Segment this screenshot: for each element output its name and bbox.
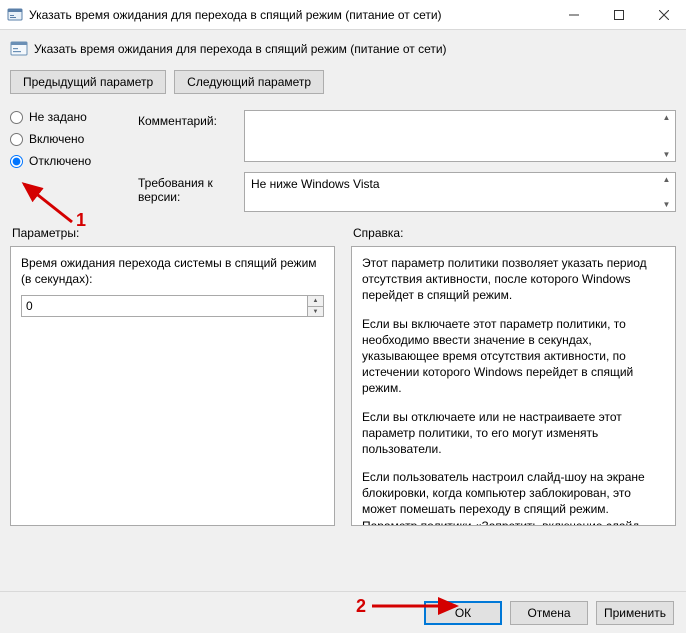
radio-disabled[interactable]: Отключено [10,154,128,168]
help-label: Справка: [351,226,676,240]
spin-up-button[interactable]: ▲ [308,296,323,307]
requirements-row: Требования к версии: Не ниже Windows Vis… [138,172,676,212]
cancel-button[interactable]: Отмена [510,601,588,625]
options-label: Параметры: [10,226,335,240]
radio-disabled-input[interactable] [10,155,23,168]
seconds-spinner[interactable]: ▲ ▼ [21,295,324,317]
apply-button[interactable]: Применить [596,601,674,625]
requirements-value: Не ниже Windows Vista [251,177,380,191]
nav-buttons: Предыдущий параметр Следующий параметр [10,70,676,94]
radio-not-configured-label: Не задано [29,110,87,124]
help-pane: Справка: Этот параметр политики позволяе… [351,226,676,526]
radio-not-configured-input[interactable] [10,111,23,124]
header-row: Указать время ожидания для перехода в сп… [10,40,676,58]
content-area: Указать время ожидания для перехода в сп… [0,30,686,591]
state-radios: Не задано Включено Отключено [10,110,128,212]
comment-input[interactable]: ▲ ▼ [244,110,676,162]
chevron-up-icon: ▲ [663,113,671,122]
spin-down-button[interactable]: ▼ [308,307,323,317]
radio-not-configured[interactable]: Не задано [10,110,128,124]
prev-setting-button[interactable]: Предыдущий параметр [10,70,166,94]
policy-icon [10,40,28,58]
radio-enabled-input[interactable] [10,133,23,146]
window-titlebar: Указать время ожидания для перехода в сп… [0,0,686,30]
window-title: Указать время ожидания для перехода в сп… [29,8,551,22]
radio-enabled[interactable]: Включено [10,132,128,146]
ok-button[interactable]: ОК [424,601,502,625]
chevron-up-icon: ▲ [663,175,671,184]
radio-enabled-label: Включено [29,132,84,146]
help-paragraph: Если вы отключаете или не настраиваете э… [362,409,653,458]
help-paragraph: Если пользователь настроил слайд-шоу на … [362,469,653,526]
comment-row: Комментарий: ▲ ▼ [138,110,676,162]
options-pane: Параметры: Время ожидания перехода систе… [10,226,335,526]
close-button[interactable] [641,0,686,30]
seconds-input[interactable] [21,295,307,317]
chevron-down-icon: ▼ [663,150,671,159]
app-icon [7,7,23,23]
page-title: Указать время ожидания для перехода в сп… [34,42,447,56]
help-paragraph: Если вы включаете этот параметр политики… [362,316,653,397]
maximize-button[interactable] [596,0,641,30]
comment-scrollbar: ▲ ▼ [658,111,675,161]
spinner-buttons: ▲ ▼ [307,295,324,317]
requirements-scrollbar: ▲ ▼ [658,173,675,211]
help-box: Этот параметр политики позволяет указать… [351,246,676,526]
requirements-label: Требования к версии: [138,172,238,204]
lower-section: Параметры: Время ожидания перехода систе… [10,226,676,526]
upper-section: Не задано Включено Отключено Комментарий… [10,110,676,212]
comment-label: Комментарий: [138,110,238,128]
minimize-button[interactable] [551,0,596,30]
chevron-down-icon: ▼ [663,200,671,209]
fields-column: Комментарий: ▲ ▼ Требования к версии: Не… [138,110,676,212]
requirements-box: Не ниже Windows Vista ▲ ▼ [244,172,676,212]
help-paragraph: Этот параметр политики позволяет указать… [362,255,653,304]
dialog-footer: ОК Отмена Применить [0,591,686,633]
radio-disabled-label: Отключено [29,154,91,168]
next-setting-button[interactable]: Следующий параметр [174,70,324,94]
param-label: Время ожидания перехода системы в спящий… [21,255,324,287]
options-box: Время ожидания перехода системы в спящий… [10,246,335,526]
